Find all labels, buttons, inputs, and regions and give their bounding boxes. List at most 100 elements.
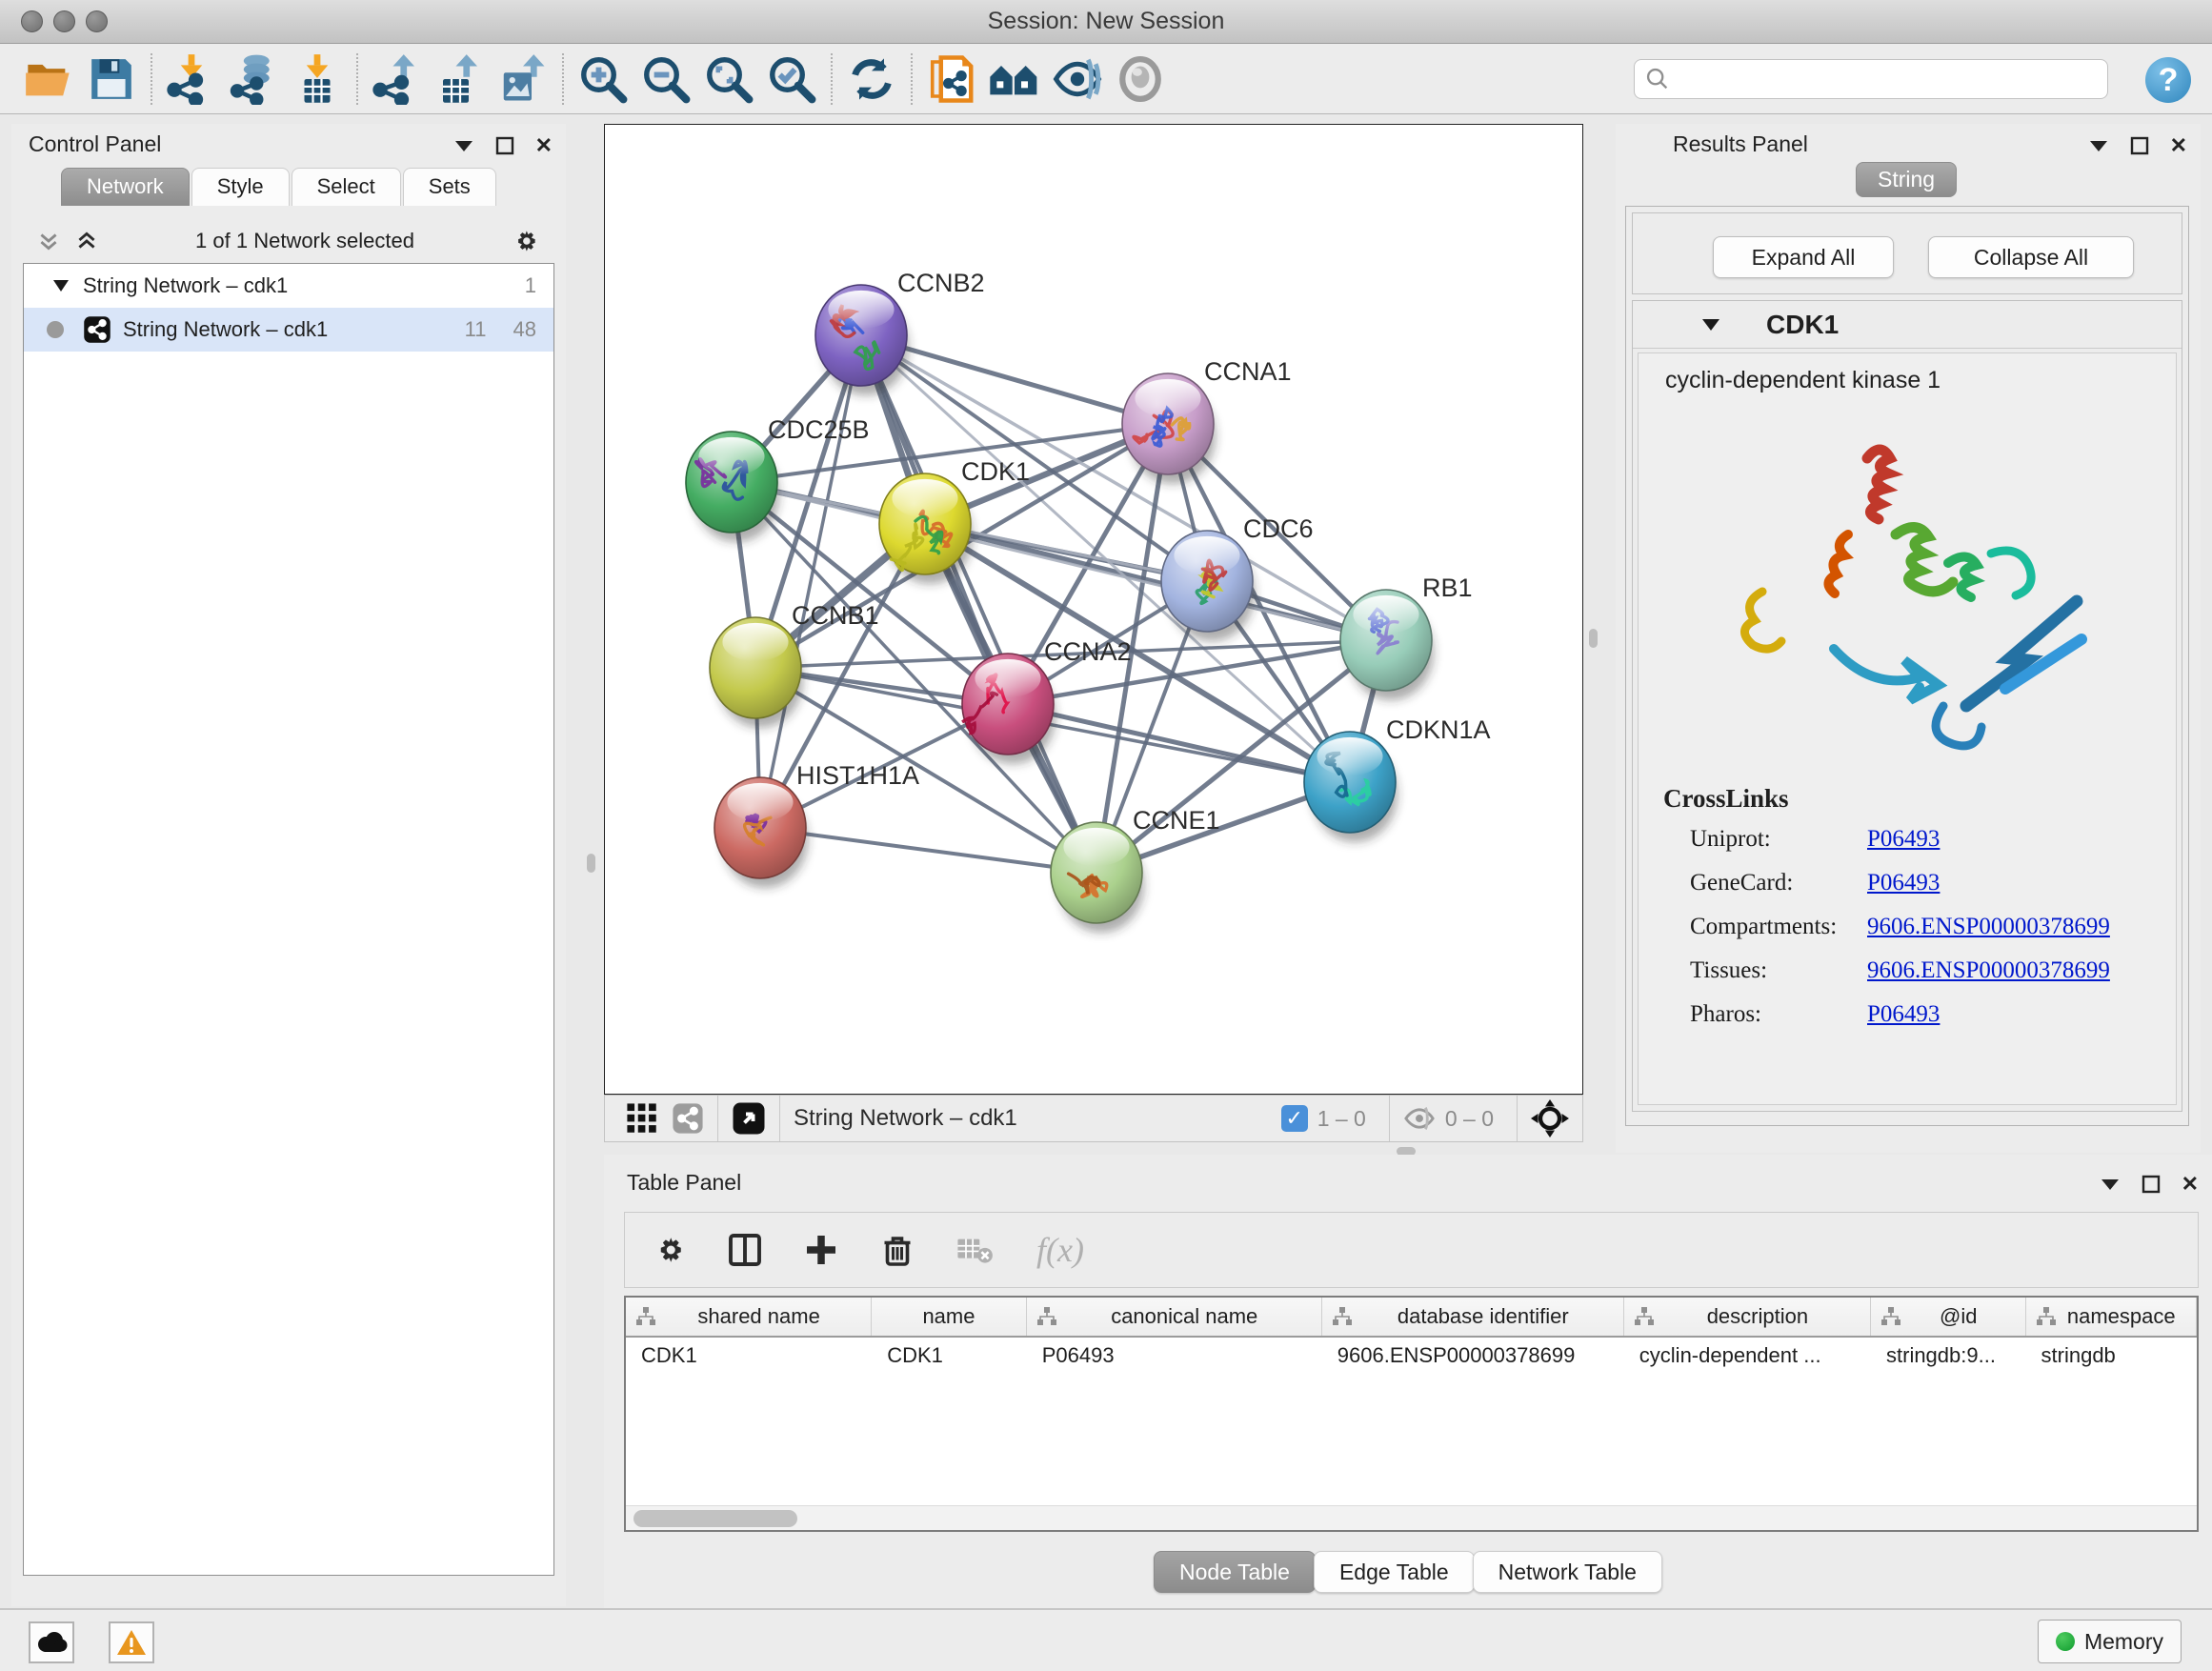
show-details-button[interactable]	[1109, 50, 1172, 108]
float-panel-icon[interactable]	[2130, 136, 2149, 155]
gear-icon[interactable]	[511, 227, 539, 255]
network-row-selected[interactable]: String Network – cdk1 11 48	[24, 308, 553, 352]
import-table-from-file-button[interactable]	[286, 50, 349, 108]
network-node-CDKN1A[interactable]	[1304, 732, 1396, 833]
save-session-button[interactable]	[80, 50, 143, 108]
tab-node-table[interactable]: Node Table	[1154, 1551, 1316, 1593]
string-network-graph[interactable]: CCNB2CCNA1CDC25BCDK1CDC6RB1CCNB1CCNA2CDK…	[605, 125, 1582, 1094]
panel-menu-icon[interactable]	[2088, 139, 2109, 152]
column-header-name[interactable]: name	[872, 1298, 1027, 1336]
cdk1-section-header[interactable]: CDK1	[1633, 301, 2182, 349]
birdseye-view-icon[interactable]	[732, 1101, 766, 1136]
toolbar-separator	[831, 53, 833, 105]
column-header-shared-name[interactable]: shared name	[626, 1298, 872, 1336]
network-node-CCNB1[interactable]	[710, 617, 801, 718]
network-node-CCNA2[interactable]	[962, 654, 1054, 755]
collapse-all-button[interactable]: Collapse All	[1928, 236, 2134, 278]
table-cell[interactable]: stringdb	[2026, 1338, 2197, 1378]
string-home-button[interactable]	[983, 50, 1046, 108]
tab-network[interactable]: Network	[61, 168, 190, 206]
crosslink-compartments-link[interactable]: 9606.ENSP00000378699	[1867, 914, 2110, 940]
network-node-CCNA1[interactable]	[1122, 373, 1214, 474]
expand-all-icon[interactable]	[74, 229, 99, 253]
tab-string[interactable]: String	[1856, 162, 1957, 197]
import-network-from-database-button[interactable]	[223, 50, 286, 108]
table-cell[interactable]: stringdb:9...	[1871, 1338, 2026, 1378]
network-node-CCNE1[interactable]	[1051, 822, 1142, 923]
column-header-canonical-name[interactable]: canonical name	[1027, 1298, 1322, 1336]
share-view-icon[interactable]	[672, 1102, 704, 1135]
zoom-fit-button[interactable]	[697, 50, 760, 108]
edge-CCNA2-CDKN1A[interactable]	[1008, 704, 1350, 782]
zoom-selected-button[interactable]	[760, 50, 823, 108]
open-session-button[interactable]	[17, 50, 80, 108]
table-cell[interactable]: 9606.ENSP00000378699	[1322, 1338, 1624, 1378]
network-canvas[interactable]: CCNB2CCNA1CDC25BCDK1CDC6RB1CCNB1CCNA2CDK…	[604, 124, 1583, 1095]
zoom-in-button[interactable]	[572, 50, 634, 108]
table-gear-icon[interactable]	[652, 1233, 686, 1267]
network-node-HIST1H1A[interactable]	[714, 777, 806, 878]
tab-select[interactable]: Select	[292, 168, 401, 206]
tab-style[interactable]: Style	[191, 168, 290, 206]
column-header--id[interactable]: @id	[1871, 1298, 2026, 1336]
node-label-CCNB2: CCNB2	[897, 269, 985, 297]
hide-details-button[interactable]	[1046, 50, 1109, 108]
section-collapse-icon[interactable]	[1701, 318, 1720, 332]
warning-button[interactable]	[109, 1621, 154, 1663]
table-cell[interactable]: CDK1	[626, 1338, 872, 1378]
grid-view-icon[interactable]	[626, 1102, 658, 1135]
selected-checkbox[interactable]: ✓	[1281, 1105, 1308, 1132]
network-node-CDK1[interactable]	[879, 473, 971, 574]
cloud-button[interactable]	[29, 1621, 74, 1663]
table-cell[interactable]: CDK1	[872, 1338, 1027, 1378]
column-header-description[interactable]: description	[1624, 1298, 1871, 1336]
tab-edge-table[interactable]: Edge Table	[1314, 1551, 1475, 1593]
float-panel-icon[interactable]	[495, 136, 514, 155]
string-document-button[interactable]	[920, 50, 983, 108]
fit-selected-icon[interactable]	[1531, 1099, 1569, 1137]
export-image-button[interactable]	[492, 50, 554, 108]
scrollbar-thumb[interactable]	[633, 1510, 797, 1527]
crosslink-pharos-link[interactable]: P06493	[1867, 1001, 1940, 1028]
add-column-icon[interactable]	[804, 1233, 838, 1267]
network-node-CDC6[interactable]	[1161, 531, 1253, 632]
right-splitter-handle[interactable]	[1589, 629, 1598, 648]
tab-sets[interactable]: Sets	[403, 168, 496, 206]
left-splitter-handle[interactable]	[587, 854, 595, 873]
column-header-namespace[interactable]: namespace	[2026, 1298, 2197, 1336]
edge-CCNB2-HIST1H1A[interactable]	[760, 335, 861, 828]
crosslink-uniprot-link[interactable]: P06493	[1867, 826, 1940, 853]
table-cell[interactable]: P06493	[1027, 1338, 1322, 1378]
import-network-from-file-button[interactable]	[160, 50, 223, 108]
crosslink-tissues-link[interactable]: 9606.ENSP00000378699	[1867, 957, 2110, 984]
help-button[interactable]: ?	[2145, 57, 2191, 103]
table-row[interactable]: CDK1CDK1P064939606.ENSP00000378699cyclin…	[626, 1338, 2197, 1378]
show-columns-icon[interactable]	[728, 1233, 762, 1267]
panel-menu-icon[interactable]	[2100, 1178, 2121, 1191]
network-node-CDC25B[interactable]	[686, 432, 777, 533]
close-panel-icon[interactable]: ✕	[2182, 1172, 2199, 1197]
network-collection-row[interactable]: String Network – cdk1 1	[24, 264, 553, 308]
panel-menu-icon[interactable]	[453, 139, 474, 152]
tab-network-table[interactable]: Network Table	[1473, 1551, 1662, 1593]
apply-layout-button[interactable]	[840, 50, 903, 108]
export-network-button[interactable]	[366, 50, 429, 108]
search-input[interactable]	[1634, 59, 2108, 99]
export-table-button[interactable]	[429, 50, 492, 108]
expand-all-button[interactable]: Expand All	[1713, 236, 1894, 278]
memory-button[interactable]: Memory	[2038, 1620, 2182, 1663]
float-panel-icon[interactable]	[2142, 1175, 2161, 1194]
close-panel-icon[interactable]: ✕	[535, 133, 553, 158]
network-node-CCNB2[interactable]	[815, 285, 907, 386]
zoom-out-button[interactable]	[634, 50, 697, 108]
column-header-database-identifier[interactable]: database identifier	[1322, 1298, 1624, 1336]
table-cell[interactable]: cyclin-dependent ...	[1624, 1338, 1871, 1378]
tree-expand-icon[interactable]	[52, 279, 70, 292]
network-node-RB1[interactable]	[1340, 590, 1432, 691]
edge-HIST1H1A-CCNE1[interactable]	[760, 828, 1096, 873]
close-panel-icon[interactable]: ✕	[2170, 133, 2187, 158]
delete-column-icon[interactable]	[880, 1233, 915, 1267]
crosslink-genecard-link[interactable]: P06493	[1867, 870, 1940, 896]
horizontal-scrollbar[interactable]	[626, 1505, 2197, 1530]
collapse-all-icon[interactable]	[36, 229, 61, 253]
